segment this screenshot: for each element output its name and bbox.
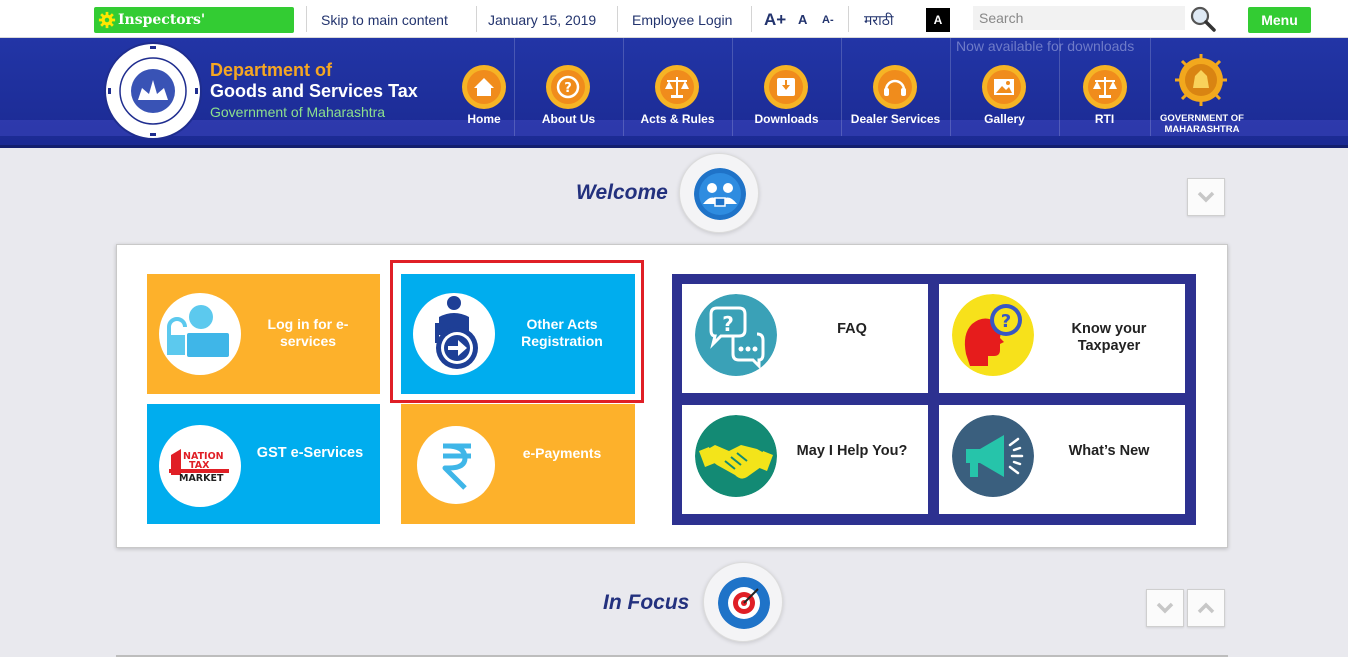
nav-dealer-services-label: Dealer Services — [850, 112, 941, 126]
skip-to-main-link[interactable]: Skip to main content — [321, 0, 448, 38]
gallery-icon — [982, 65, 1026, 109]
welcome-badge — [679, 153, 759, 233]
font-increase-button[interactable]: A+ — [764, 0, 786, 38]
nav-rti-label: RTI — [1094, 112, 1115, 126]
svg-text:?: ? — [564, 81, 572, 96]
dept-title-line-1: Department of — [210, 60, 333, 80]
font-normal-button[interactable]: A — [798, 0, 807, 38]
login-eservices-label: Log in for e- services — [252, 316, 364, 350]
gov-label-line-1: GOVERNMENT OF — [1160, 113, 1244, 124]
gear-icon — [98, 11, 116, 29]
in-focus-collapse-button[interactable] — [1146, 589, 1184, 627]
headset-icon — [873, 65, 917, 109]
gst-eservices-label: GST e-Services — [256, 445, 364, 461]
in-focus-expand-button[interactable] — [1187, 589, 1225, 627]
search-input[interactable] — [973, 6, 1185, 30]
svg-text:?: ? — [722, 312, 734, 336]
unlock-icon — [167, 305, 229, 357]
question-icon: ? — [546, 65, 590, 109]
home-icon — [462, 65, 506, 109]
divider — [306, 6, 307, 32]
nav-home[interactable]: Home — [454, 38, 514, 136]
download-icon — [764, 65, 808, 109]
faq-tile[interactable]: ? FAQ — [682, 284, 928, 393]
menu-button[interactable]: Menu — [1248, 7, 1311, 33]
whats-new-label: What’s New — [1068, 443, 1150, 459]
login-label-line-2: services — [279, 333, 337, 349]
site-header: Now available for downloads Department o… — [0, 38, 1348, 148]
nav-gallery[interactable]: Gallery — [950, 38, 1059, 136]
login-icon-circle — [159, 293, 241, 375]
inspectors-button[interactable]: Inspectors' — [94, 7, 294, 33]
nav-home-label: Home — [467, 112, 501, 126]
welcome-collapse-button[interactable] — [1187, 178, 1225, 216]
faq-chat-icon: ? — [695, 294, 777, 376]
search-icon[interactable] — [1189, 5, 1217, 33]
dept-subtitle: Government of Maharashtra — [210, 104, 386, 120]
gst-logo-circle: NATION TAX MARKET — [159, 425, 241, 507]
contrast-toggle-button[interactable]: A — [926, 8, 950, 32]
scales-icon — [1083, 65, 1127, 109]
language-marathi-link[interactable]: मराठी — [864, 0, 893, 38]
rupee-icon — [442, 443, 471, 490]
divider — [848, 6, 849, 32]
gst-logo-text-3: MARKET — [179, 473, 224, 484]
divider — [476, 6, 477, 32]
may-i-help-you-label: May I Help You? — [796, 443, 908, 459]
nav-downloads[interactable]: Downloads — [732, 38, 841, 136]
nav-about-us[interactable]: ? About Us — [514, 38, 623, 136]
welcome-heading: Welcome — [576, 181, 668, 204]
scales-icon — [655, 65, 699, 109]
dept-title-line-2: Goods and Services Tax — [210, 81, 418, 101]
target-icon — [718, 577, 770, 629]
gst-eservices-tile[interactable]: NATION TAX MARKET GST e-Services — [147, 404, 380, 524]
highlight-box — [390, 260, 644, 403]
rupee-icon-circle — [417, 426, 495, 504]
divider — [617, 6, 618, 32]
handshake-icon — [695, 415, 777, 497]
megaphone-icon — [952, 415, 1034, 497]
chevron-down-icon — [1156, 602, 1174, 614]
login-label-line-1: Log in for e- — [267, 316, 349, 332]
svg-text:?: ? — [1001, 311, 1011, 332]
chevron-down-icon — [1197, 191, 1215, 203]
epayments-tile[interactable]: e-Payments — [401, 404, 635, 524]
nav-about-us-label: About Us — [541, 112, 596, 126]
maharashtra-emblem-icon[interactable] — [1172, 52, 1230, 112]
nav-dealer-services[interactable]: Dealer Services — [841, 38, 950, 136]
know-label-line-1: Know your — [1071, 321, 1147, 337]
faq-label: FAQ — [837, 321, 867, 337]
font-decrease-button[interactable]: A- — [822, 0, 834, 38]
taxpayer-head-icon: ? — [952, 294, 1034, 376]
nav-downloads-label: Downloads — [754, 112, 819, 126]
top-utility-bar: Inspectors' Skip to main content January… — [0, 0, 1348, 38]
nav-rti[interactable]: RTI — [1059, 38, 1150, 136]
department-logo[interactable] — [102, 40, 204, 142]
gst-logo-text-2: TAX — [189, 460, 210, 471]
may-i-help-you-tile[interactable]: May I Help You? — [682, 405, 928, 514]
login-eservices-tile[interactable]: Log in for e- services — [147, 274, 380, 394]
in-focus-heading: In Focus — [603, 591, 690, 614]
gov-label-line-2: MAHARASHTRA — [1164, 124, 1240, 135]
current-date: January 15, 2019 — [488, 12, 597, 28]
know-your-taxpayer-tile[interactable]: ? Know your Taxpayer — [939, 284, 1185, 393]
employee-login-link[interactable]: Employee Login — [632, 0, 732, 38]
in-focus-badge — [703, 562, 783, 642]
chevron-up-icon — [1197, 602, 1215, 614]
know-your-taxpayer-label: Know your Taxpayer — [1044, 321, 1174, 355]
nav-gallery-label: Gallery — [984, 112, 1025, 126]
whats-new-tile[interactable]: What’s New — [939, 405, 1185, 514]
epayments-label: e-Payments — [522, 445, 602, 461]
nav-acts-rules[interactable]: Acts & Rules — [623, 38, 732, 136]
nation-tax-market-logo-icon: NATION TAX MARKET — [169, 449, 229, 484]
know-label-line-2: Taxpayer — [1077, 338, 1141, 354]
divider — [751, 6, 752, 32]
inspectors-label: Inspectors' — [118, 12, 206, 28]
gov-maharashtra-label: GOVERNMENT OF MAHARASHTRA — [1150, 113, 1254, 135]
nav-acts-rules-label: Acts & Rules — [640, 112, 715, 126]
users-icon — [694, 168, 746, 220]
